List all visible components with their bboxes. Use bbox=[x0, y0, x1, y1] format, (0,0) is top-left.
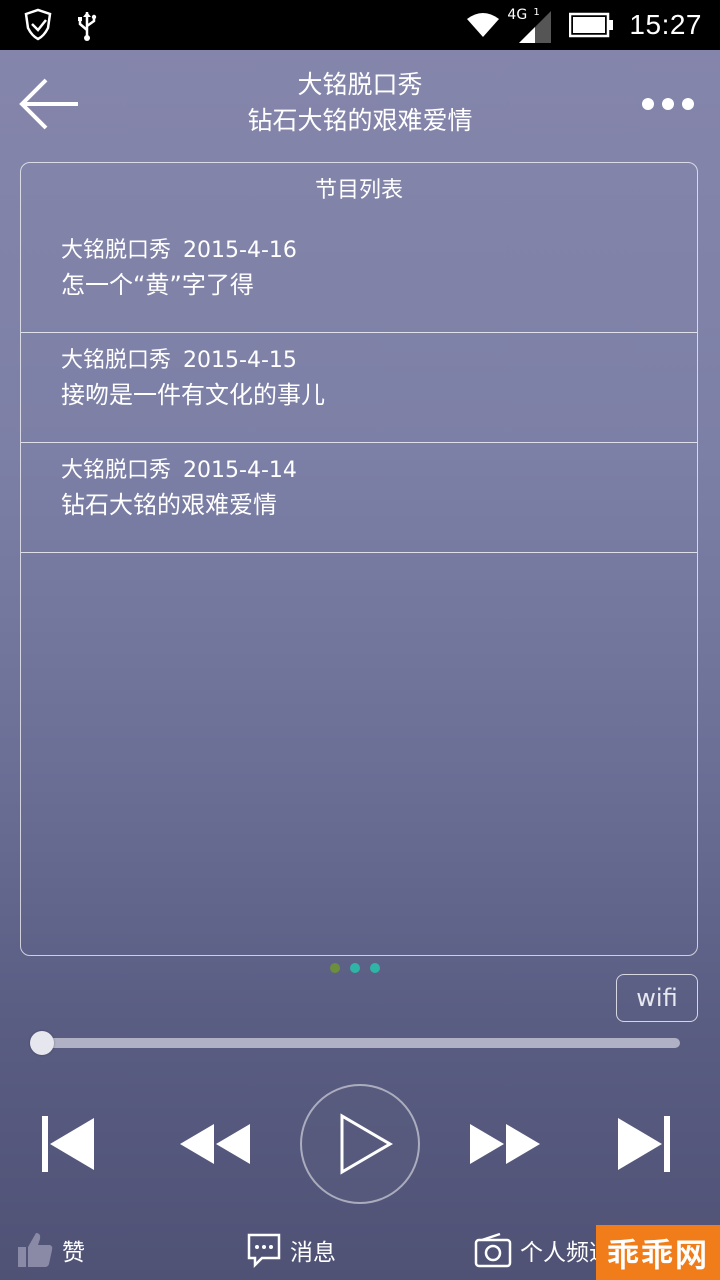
page-subtitle: 钻石大铭的艰难爱情 bbox=[247, 106, 473, 135]
wifi-signal-icon bbox=[467, 13, 500, 37]
item-date: 2015-4-16 bbox=[183, 238, 297, 263]
back-button[interactable] bbox=[16, 74, 82, 134]
item-title: 接吻是一件有文化的事儿 bbox=[61, 381, 325, 409]
more-dot-icon bbox=[682, 98, 694, 110]
like-label: 赞 bbox=[62, 1240, 85, 1266]
progress-track[interactable] bbox=[30, 1038, 680, 1048]
skip-next-button[interactable] bbox=[616, 1114, 672, 1178]
playback-controls bbox=[0, 1084, 720, 1204]
wifi-button[interactable]: wifi bbox=[616, 974, 698, 1022]
cell-signal-icon: 4G 1 bbox=[507, 5, 555, 45]
more-dot-icon bbox=[642, 98, 654, 110]
skip-next-icon bbox=[618, 1116, 670, 1172]
thumbs-up-icon bbox=[18, 1233, 53, 1267]
item-title: 钻石大铭的艰难爱情 bbox=[61, 491, 277, 519]
more-options-button[interactable] bbox=[642, 94, 694, 114]
play-button[interactable] bbox=[300, 1084, 420, 1204]
usb-icon bbox=[78, 12, 97, 41]
progress-handle[interactable] bbox=[30, 1031, 54, 1055]
header: 大铭脱口秀 钻石大铭的艰难爱情 bbox=[0, 50, 720, 162]
arrow-left-icon bbox=[19, 78, 78, 130]
playlist-item[interactable]: 大铭脱口秀 2015-4-16 怎一个“黄”字了得 bbox=[21, 223, 697, 333]
messages-button[interactable]: 消息 bbox=[246, 1220, 336, 1280]
playlist-item[interactable]: 大铭脱口秀 2015-4-15 接吻是一件有文化的事儿 bbox=[21, 333, 697, 443]
page-dot[interactable] bbox=[370, 963, 380, 973]
clock: 15:27 bbox=[629, 9, 702, 40]
chat-bubble-icon bbox=[247, 1233, 281, 1268]
battery-icon bbox=[569, 12, 614, 38]
play-icon bbox=[340, 1113, 393, 1175]
item-date: 2015-4-14 bbox=[183, 458, 297, 483]
item-show: 大铭脱口秀 bbox=[61, 238, 172, 263]
messages-label: 消息 bbox=[290, 1240, 336, 1266]
personal-channel-button[interactable]: 个人频道 bbox=[474, 1220, 612, 1280]
playlist-heading: 节目列表 bbox=[314, 178, 403, 203]
shield-icon bbox=[24, 8, 52, 41]
item-date: 2015-4-15 bbox=[183, 348, 297, 373]
like-button[interactable]: 赞 bbox=[16, 1220, 85, 1280]
item-show: 大铭脱口秀 bbox=[61, 458, 172, 483]
playlist-panel: 节目列表 大铭脱口秀 2015-4-16 怎一个“黄”字了得 大铭脱口秀 2015-… bbox=[20, 162, 698, 956]
rewind-icon bbox=[180, 1124, 250, 1164]
title-block: 大铭脱口秀 钻石大铭的艰难爱情 bbox=[120, 68, 600, 140]
item-show: 大铭脱口秀 bbox=[61, 348, 172, 373]
watermark-logo: 乖乖网 bbox=[596, 1225, 720, 1280]
skip-previous-button[interactable] bbox=[40, 1114, 96, 1178]
fast-forward-button[interactable] bbox=[468, 1122, 542, 1170]
more-dot-icon bbox=[662, 98, 674, 110]
page-dot[interactable] bbox=[330, 963, 340, 973]
status-bar: 4G 1 15:27 bbox=[0, 0, 720, 50]
page-title: 大铭脱口秀 bbox=[297, 70, 423, 99]
skip-previous-icon bbox=[42, 1116, 94, 1172]
item-title: 怎一个“黄”字了得 bbox=[61, 271, 254, 299]
page-dot[interactable] bbox=[350, 963, 360, 973]
rewind-button[interactable] bbox=[178, 1122, 252, 1170]
fast-forward-icon bbox=[470, 1124, 540, 1164]
progress-slider[interactable] bbox=[30, 1031, 680, 1055]
playlist-item[interactable]: 大铭脱口秀 2015-4-14 钻石大铭的艰难爱情 bbox=[21, 443, 697, 553]
radio-icon bbox=[474, 1232, 512, 1268]
page-indicator[interactable] bbox=[330, 963, 380, 973]
